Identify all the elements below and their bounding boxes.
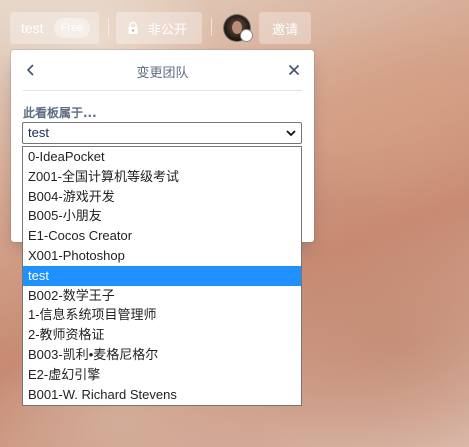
chevron-down-icon <box>286 130 296 137</box>
plan-badge: Free <box>53 18 91 38</box>
team-field-label: 此看板属于... <box>23 106 97 120</box>
popover-title: 变更团队 <box>136 66 189 81</box>
dropdown-option[interactable]: B002-数学王子 <box>23 286 301 306</box>
dropdown-option[interactable]: B001-W. Richard Stevens <box>23 385 301 405</box>
lock-icon <box>128 21 138 34</box>
visibility-button[interactable]: 非公开 <box>116 12 202 44</box>
dropdown-option[interactable]: B004-游戏开发 <box>23 187 301 207</box>
dropdown-option[interactable]: 1-信息系统项目管理师 <box>23 305 301 325</box>
invite-button[interactable]: 邀请 <box>259 12 311 44</box>
team-dropdown-list[interactable]: 0-IdeaPocket Z001-全国计算机等级考试 B004-游戏开发 B0… <box>22 146 302 406</box>
dropdown-option-selected[interactable]: test <box>23 265 301 286</box>
dropdown-option[interactable]: 2-教师资格证 <box>23 325 301 345</box>
board-name-button[interactable]: test Free <box>10 12 99 44</box>
dropdown-option[interactable]: X001-Photoshop <box>23 246 301 266</box>
dropdown-option[interactable]: E1-Cocos Creator <box>23 226 301 246</box>
dropdown-option[interactable]: 0-IdeaPocket <box>23 147 301 167</box>
popover-header: 变更团队 <box>11 50 314 90</box>
close-icon[interactable] <box>286 62 302 78</box>
popover-divider <box>23 90 302 91</box>
visibility-label: 非公开 <box>148 22 188 38</box>
dropdown-option[interactable]: Z001-全国计算机等级考试 <box>23 167 301 187</box>
team-select[interactable]: test <box>22 122 302 144</box>
team-select-value: test <box>28 125 49 140</box>
invite-label: 邀请 <box>271 22 298 38</box>
dropdown-option[interactable]: B005-小朋友 <box>23 206 301 226</box>
header-divider <box>211 18 212 36</box>
dropdown-option[interactable]: B003-凯利•麦格尼格尔 <box>23 345 301 365</box>
header-divider <box>108 18 109 36</box>
dropdown-option[interactable]: E2-虚幻引擎 <box>23 365 301 385</box>
board-header: test Free 非公开 邀请 <box>0 0 469 56</box>
board-name: test <box>21 20 44 36</box>
admin-badge-icon <box>240 29 253 42</box>
